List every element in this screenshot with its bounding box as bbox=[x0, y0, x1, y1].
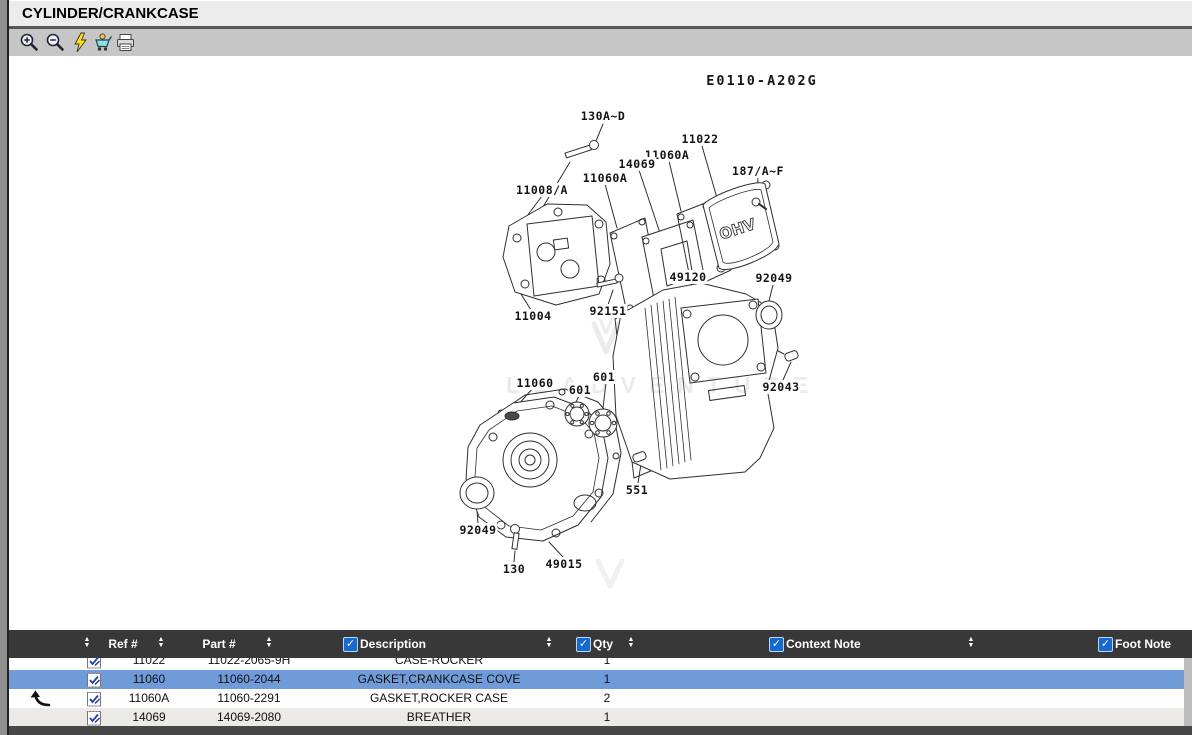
note-icon[interactable] bbox=[86, 709, 102, 726]
part-label-14069[interactable]: 14069 bbox=[617, 157, 656, 171]
qty-column-checkbox[interactable]: ✓ bbox=[576, 637, 591, 652]
part-label-11060a[interactable]: 11060A bbox=[582, 171, 629, 185]
part-label-11008-a[interactable]: 11008/A bbox=[515, 183, 569, 197]
ref-cell: 11022 bbox=[106, 658, 192, 670]
part-label-49015[interactable]: 49015 bbox=[544, 557, 583, 571]
part-label-187-a-f[interactable]: 187/A~F bbox=[731, 164, 785, 178]
sort-control[interactable]: ▲▼ bbox=[158, 637, 165, 648]
part-label-130a-d[interactable]: 130A~D bbox=[580, 109, 627, 123]
sort-control[interactable]: ▲▼ bbox=[628, 637, 635, 648]
title-bar: CYLINDER/CRANKCASE bbox=[9, 0, 1192, 27]
table-row[interactable]: 11022 11022-2065-9H CASE-ROCKER 1 bbox=[9, 658, 1192, 670]
qty-cell: 1 bbox=[571, 658, 643, 670]
description-cell: BREATHER bbox=[319, 708, 559, 726]
column-header-ref[interactable]: Ref # bbox=[108, 637, 137, 651]
sort-control[interactable]: ▲▼ bbox=[266, 637, 273, 648]
foot-note-column-checkbox[interactable]: ✓ bbox=[1098, 637, 1113, 652]
table-row[interactable]: 14069 14069-2080 BREATHER 1 bbox=[9, 708, 1192, 726]
sort-control[interactable]: ▲▼ bbox=[968, 637, 975, 648]
zoom-out-icon[interactable] bbox=[45, 32, 66, 53]
diagram-toolbar bbox=[9, 29, 1192, 56]
note-icon[interactable] bbox=[86, 658, 102, 669]
part-label-601[interactable]: 601 bbox=[568, 383, 592, 397]
column-header-description[interactable]: Description bbox=[360, 637, 426, 651]
context-note-column-checkbox[interactable]: ✓ bbox=[769, 637, 784, 652]
part-label-92049[interactable]: 92049 bbox=[458, 523, 497, 537]
part-label-551[interactable]: 551 bbox=[625, 483, 649, 497]
part-cell: 14069-2080 bbox=[189, 708, 309, 726]
table-row[interactable]: 11060A 11060-2291 GASKET,ROCKER CASE 2 bbox=[9, 689, 1192, 708]
part-label-49120[interactable]: 49120 bbox=[668, 270, 707, 284]
ref-cell: 11060A bbox=[106, 689, 192, 708]
print-icon[interactable] bbox=[115, 32, 136, 53]
qty-cell: 1 bbox=[571, 670, 643, 689]
bottom-bar bbox=[9, 726, 1192, 735]
description-column-checkbox[interactable]: ✓ bbox=[343, 637, 358, 652]
part-label-601[interactable]: 601 bbox=[592, 370, 616, 384]
description-cell: CASE-ROCKER bbox=[319, 658, 559, 670]
column-header-foot-note[interactable]: Foot Note bbox=[1115, 637, 1171, 651]
part-label-11004[interactable]: 11004 bbox=[513, 309, 552, 323]
column-header-context-note[interactable]: Context Note bbox=[786, 637, 861, 651]
part-label-92049[interactable]: 92049 bbox=[754, 271, 793, 285]
window-left-edge bbox=[0, 0, 7, 735]
column-header-qty[interactable]: Qty bbox=[593, 637, 613, 651]
part-label-11022[interactable]: 11022 bbox=[680, 132, 719, 146]
note-icon[interactable] bbox=[86, 690, 102, 707]
note-icon[interactable] bbox=[86, 671, 102, 688]
highlight-lightning-icon[interactable] bbox=[71, 32, 92, 53]
parts-catalog-window: CYLINDER/CRANKCASE bbox=[0, 0, 1192, 735]
description-cell: GASKET,CRANKCASE COVE bbox=[319, 670, 559, 689]
part-label-130[interactable]: 130 bbox=[502, 562, 526, 576]
part-cell: 11060-2291 bbox=[189, 689, 309, 708]
description-cell: GASKET,ROCKER CASE bbox=[319, 689, 559, 708]
parts-table-body: 11022 11022-2065-9H CASE-ROCKER 1 11060 … bbox=[9, 658, 1192, 726]
part-cell: 11022-2065-9H bbox=[189, 658, 309, 670]
table-right-edge bbox=[1184, 658, 1192, 726]
diagram-code: E0110-A202G bbox=[706, 73, 817, 89]
add-to-cart-icon[interactable] bbox=[93, 32, 114, 53]
qty-cell: 2 bbox=[571, 689, 643, 708]
diagram-line-art: OHV bbox=[9, 56, 1192, 630]
zoom-in-icon[interactable] bbox=[19, 32, 40, 53]
column-header-part[interactable]: Part # bbox=[202, 637, 235, 651]
part-cell: 11060-2044 bbox=[189, 670, 309, 689]
page-title: CYLINDER/CRANKCASE bbox=[22, 1, 1192, 27]
qty-cell: 1 bbox=[571, 708, 643, 726]
part-label-92043[interactable]: 92043 bbox=[761, 380, 800, 394]
table-header: ▲▼ Ref # ▲▼ Part # ▲▼ ✓ Description ▲▼ ✓… bbox=[9, 630, 1192, 658]
table-row[interactable]: 11060 11060-2044 GASKET,CRANKCASE COVE 1 bbox=[9, 670, 1192, 689]
part-label-11060[interactable]: 11060 bbox=[515, 376, 554, 390]
sort-control[interactable]: ▲▼ bbox=[84, 637, 91, 648]
part-label-92151[interactable]: 92151 bbox=[588, 304, 627, 318]
ref-cell: 11060 bbox=[106, 670, 192, 689]
ref-cell: 14069 bbox=[106, 708, 192, 726]
sort-control[interactable]: ▲▼ bbox=[546, 637, 553, 648]
exploded-diagram-area: OHV bbox=[9, 56, 1192, 630]
selected-row-arrow-icon bbox=[28, 690, 52, 708]
